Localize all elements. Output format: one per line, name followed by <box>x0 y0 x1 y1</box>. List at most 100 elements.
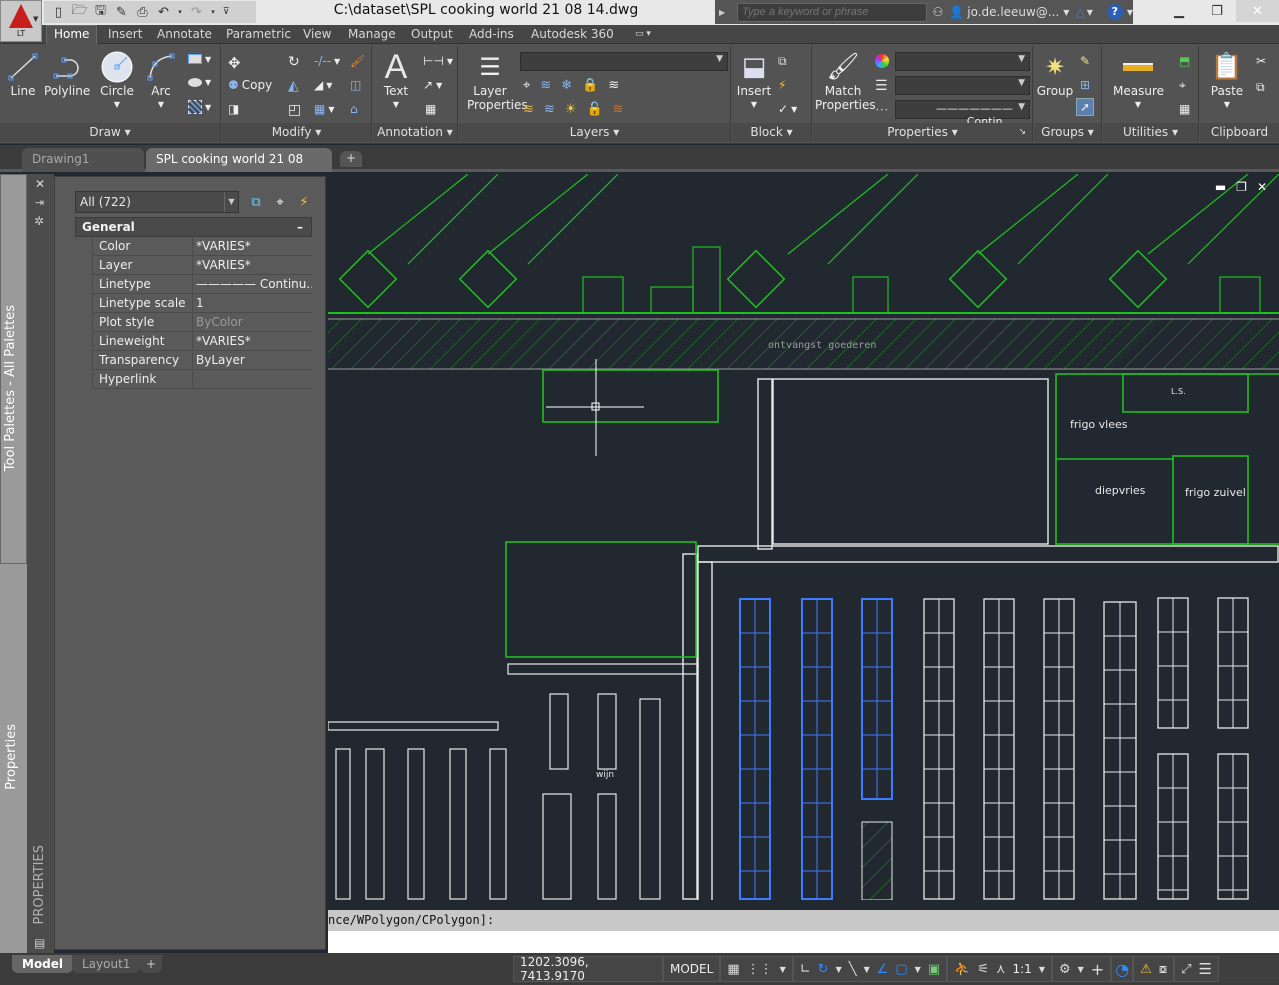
paste-button[interactable]: 📋 Paste ▼ <box>1206 50 1248 112</box>
snap-icon[interactable]: ⋮⋮ <box>747 962 773 977</box>
text-button[interactable]: A Text ▼ <box>379 50 413 112</box>
group-add-icon[interactable]: ⊞ <box>1080 78 1090 92</box>
new-icon[interactable]: ▯ <box>50 4 67 20</box>
id-point-icon[interactable]: ⌖ <box>1179 78 1186 93</box>
chevron-down-icon[interactable]: ▼ <box>864 965 870 974</box>
user-account[interactable]: 👤 jo.de.leeuw@... ▼ <box>949 5 1069 19</box>
undo-dropdown-icon[interactable]: ▾ <box>176 4 184 20</box>
line-button[interactable]: Line <box>6 50 40 98</box>
fillet-button[interactable]: ◢ ▼ <box>314 78 332 92</box>
annotation-scale[interactable]: 1:1 <box>1013 962 1032 976</box>
property-row-plot-style[interactable]: Plot style ByColor <box>92 313 312 332</box>
edit-attributes-button[interactable]: ✓ ▼ <box>778 102 797 116</box>
autohide-icon[interactable]: ⇥ <box>35 196 44 209</box>
tab-home[interactable]: Home <box>46 25 98 44</box>
polar-icon[interactable]: ↻ <box>818 962 829 977</box>
rotate-icon[interactable]: ↻ <box>288 54 300 70</box>
copy-button[interactable]: ⚉ Copy <box>228 78 272 92</box>
property-row-transparency[interactable]: Transparency ByLayer <box>92 351 312 370</box>
command-input[interactable] <box>328 931 1279 953</box>
doc-tab-drawing1[interactable]: Drawing1 <box>22 148 144 172</box>
model-space-toggle[interactable]: MODEL <box>663 956 721 982</box>
tab-model[interactable]: Model <box>12 955 74 973</box>
tab-manage[interactable]: Manage <box>341 27 403 44</box>
layer-isolate-icon[interactable]: ⌖ <box>523 78 530 93</box>
property-row-hyperlink[interactable]: Hyperlink <box>92 370 312 389</box>
property-row-lineweight[interactable]: Lineweight *VARIES* <box>92 332 312 351</box>
chevron-down-icon[interactable]: ▼ <box>915 965 921 974</box>
quick-select-icon[interactable]: ⚡ <box>295 193 313 211</box>
redo-icon[interactable]: ↷ <box>188 4 205 20</box>
panel-title-layers[interactable]: Layers ▾ <box>459 123 730 142</box>
plot-icon[interactable]: ⎙ <box>134 4 151 20</box>
new-tab-button[interactable]: + <box>340 151 362 167</box>
expand-icon[interactable]: ▶ <box>719 8 725 17</box>
trim-button[interactable]: -/-- ▼ <box>314 54 340 68</box>
select-objects-icon[interactable]: ⌖ <box>271 193 289 211</box>
search-input[interactable] <box>737 2 927 22</box>
property-row-linetype[interactable]: Linetype ————— Continu... <box>92 275 312 294</box>
insert-button[interactable]: ⬓ Insert ▼ <box>736 50 772 112</box>
tab-add-ins[interactable]: Add-ins <box>462 27 521 44</box>
dimension-button[interactable]: ⊢⊣ ▼ <box>423 54 453 68</box>
mirror-icon[interactable]: ◭ <box>288 78 299 94</box>
property-row-color[interactable]: Color *VARIES* <box>92 237 312 256</box>
edit-block-icon[interactable]: ⚡ <box>778 78 786 92</box>
chevron-down-icon[interactable]: ▼ <box>780 965 786 974</box>
chevron-down-icon[interactable]: ▼ <box>1039 965 1045 974</box>
object-snap-tracking-icon[interactable]: ∠ <box>877 962 889 977</box>
cut-icon[interactable]: ✂ <box>1256 54 1266 68</box>
property-row-linetype-scale[interactable]: Linetype scale 1 <box>92 294 312 313</box>
workspace-gear-icon[interactable]: ⚙ <box>1059 962 1071 977</box>
copy-clip-icon[interactable]: ⧉ <box>1256 80 1265 95</box>
new-layout-button[interactable]: + <box>140 955 163 973</box>
warning-icon[interactable]: ⚠ <box>1140 962 1152 977</box>
coordinates-readout[interactable]: 1202.3096, 7413.9170 <box>513 955 663 983</box>
tab-view[interactable]: View <box>296 27 338 44</box>
toggle-pickadd-icon[interactable]: ⧉ <box>247 193 265 211</box>
viewport-minimize-icon[interactable]: ▬ <box>1215 180 1226 194</box>
linetype-dropdown[interactable]: ——————— Contin... ▼ <box>895 100 1030 128</box>
offset-icon[interactable]: ⌂ <box>350 102 358 116</box>
help-icon[interactable]: ? ▼ <box>1106 4 1133 20</box>
layer-merge-icon[interactable]: ≋ <box>613 102 624 117</box>
close-icon[interactable]: ✕ <box>1236 0 1279 22</box>
layer-previous-icon[interactable]: ≋ <box>544 102 555 117</box>
hardware-acceleration[interactable]: ◔ <box>1111 956 1134 982</box>
tab-parametric[interactable]: Parametric <box>219 27 298 44</box>
panel-title-annotation[interactable]: Annotation ▾ <box>373 123 457 142</box>
chevron-down-icon[interactable]: ▼ <box>836 965 842 974</box>
properties-palette-tab[interactable]: Properties <box>0 564 27 954</box>
customize-icon[interactable]: ⊽ <box>221 4 231 20</box>
array-button[interactable]: ▦ ▼ <box>314 102 335 116</box>
rectangle-button[interactable]: ▼ <box>188 54 211 64</box>
minimize-icon[interactable]: ▁ <box>1160 0 1198 22</box>
layer-properties-button[interactable]: ☰ Layer Properties <box>467 50 528 112</box>
layer-unlock-icon[interactable]: 🔓 <box>586 102 602 117</box>
layer-match-icon[interactable]: ≋ <box>540 78 551 93</box>
polyline-button[interactable]: Polyline <box>44 50 90 98</box>
grid-icon[interactable]: ▦ <box>727 962 739 977</box>
stretch-icon[interactable]: ◨ <box>228 102 239 116</box>
move-icon[interactable]: ✥ <box>228 54 241 72</box>
calculator-icon[interactable]: ▦ <box>1179 102 1190 116</box>
measure-button[interactable]: Measure ▼ <box>1113 50 1164 112</box>
save-icon[interactable]: 🖫 <box>92 3 109 20</box>
close-palette-icon[interactable]: ✕ <box>35 177 45 191</box>
group-selection-toggle[interactable]: ➚ <box>1076 98 1095 116</box>
doc-tab-active[interactable]: SPL cooking world 21 08 14* ✕ <box>146 148 332 188</box>
ortho-icon[interactable]: ∟ <box>800 962 811 977</box>
ellipse-button[interactable]: ▼ <box>188 78 211 87</box>
tab-autodesk-360[interactable]: Autodesk 360 <box>524 27 621 44</box>
tab-insert[interactable]: Insert <box>101 27 149 44</box>
binoculars-icon[interactable]: ⚇ <box>933 5 944 19</box>
panel-title-utilities[interactable]: Utilities ▾ <box>1103 123 1198 142</box>
tab-layout1[interactable]: Layout1 <box>72 955 141 973</box>
explode-icon[interactable]: ◫ <box>350 78 361 92</box>
palette-settings-icon[interactable]: ✲ <box>34 214 44 228</box>
layer-unisolate-icon[interactable]: ≋ <box>523 102 534 117</box>
property-row-layer[interactable]: Layer *VARIES* <box>92 256 312 275</box>
arc-button[interactable]: Arc ▼ <box>144 50 178 112</box>
add-icon[interactable]: + <box>1091 960 1104 979</box>
application-menu-button[interactable]: LT ▼ <box>0 0 42 42</box>
